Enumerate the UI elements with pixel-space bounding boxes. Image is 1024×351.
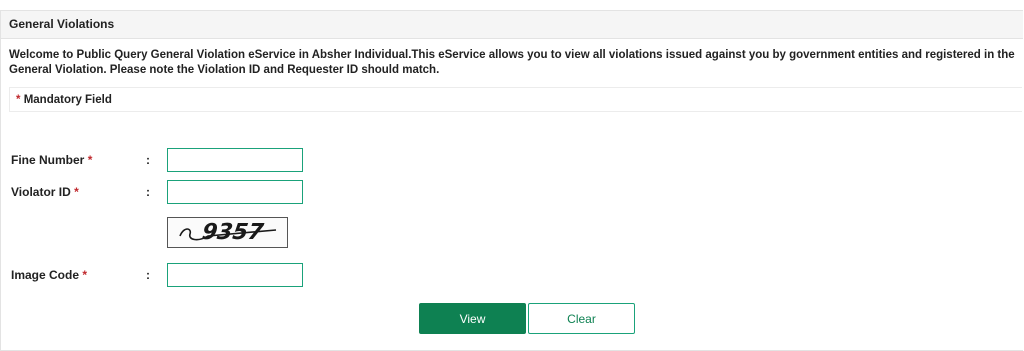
violator-id-input[interactable]	[167, 180, 303, 204]
required-star: *	[87, 153, 93, 167]
colon: :	[146, 268, 150, 282]
captcha-noise-icon	[179, 228, 277, 241]
image-code-label: Image Code *	[11, 268, 87, 282]
captcha-image: 9357	[167, 217, 288, 248]
violator-id-label: Violator ID *	[11, 185, 79, 199]
required-star: *	[74, 185, 79, 199]
intro-text: Welcome to Public Query General Violatio…	[9, 49, 1015, 76]
view-button[interactable]: View	[419, 303, 526, 334]
colon: :	[146, 153, 150, 167]
panel-title: General Violations	[1, 11, 1023, 39]
mandatory-field-label: Mandatory Field	[23, 94, 112, 106]
fine-number-label: Fine Number *	[11, 153, 92, 167]
required-star: *	[82, 268, 88, 282]
image-code-label-text: Image Code	[11, 268, 80, 282]
violator-id-label-text: Violator ID	[11, 185, 71, 199]
clear-button[interactable]: Clear	[528, 303, 635, 334]
fine-number-input[interactable]	[167, 148, 303, 172]
mandatory-field-note: * Mandatory Field	[9, 87, 1022, 112]
image-code-input[interactable]	[167, 263, 303, 287]
fine-number-label-text: Fine Number	[11, 153, 85, 167]
colon: :	[146, 185, 150, 199]
required-star: *	[16, 94, 21, 106]
